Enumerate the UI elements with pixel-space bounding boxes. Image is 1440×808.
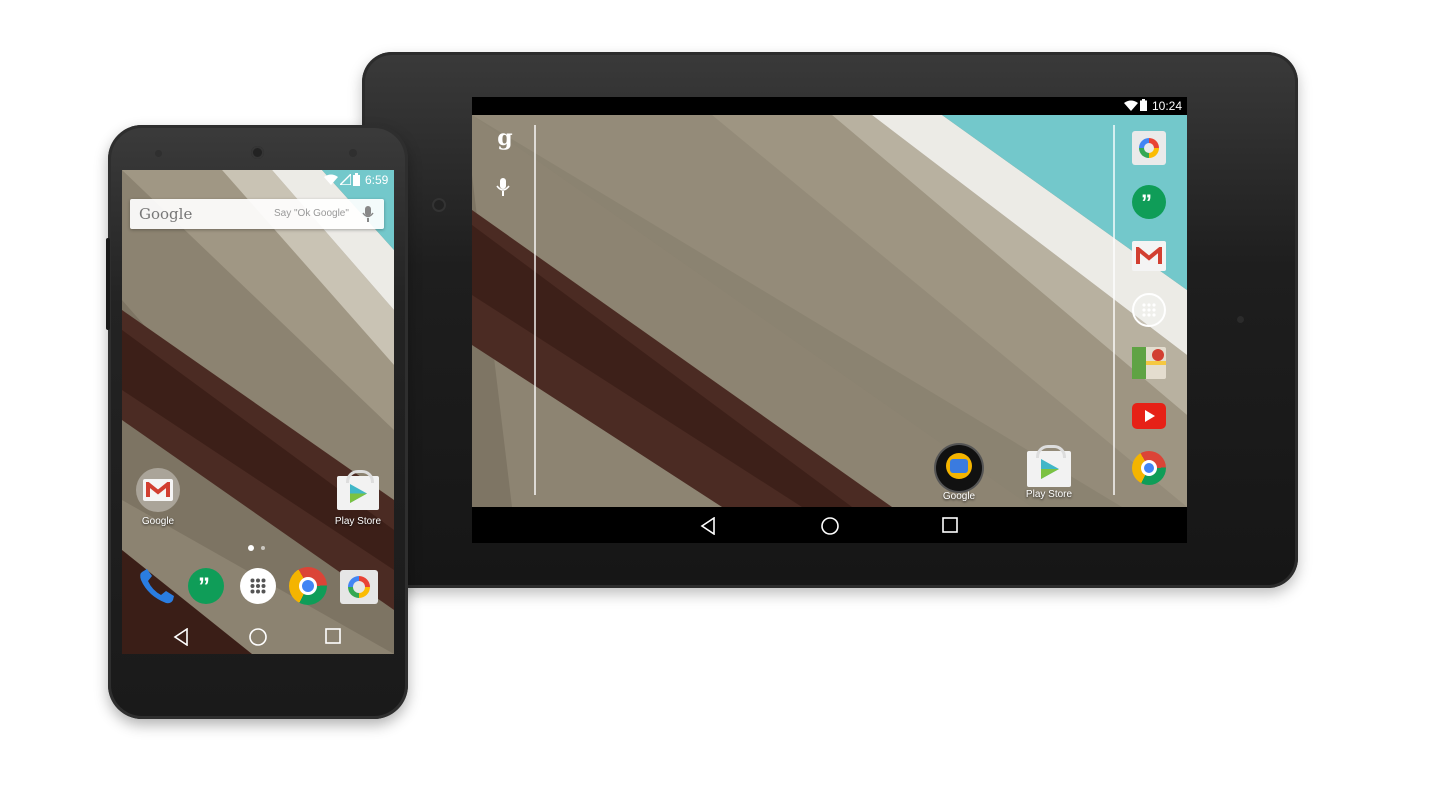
phone-app-google[interactable]: Google: [134, 468, 182, 530]
battery-icon: [1140, 99, 1147, 111]
recents-icon[interactable]: [325, 628, 341, 644]
play-store-icon: [337, 470, 379, 510]
hangouts-icon[interactable]: ”: [1132, 185, 1166, 219]
microphone-icon[interactable]: [362, 205, 374, 223]
app-drawer-icon[interactable]: [240, 568, 276, 604]
phone-app-label: Play Store: [334, 516, 382, 527]
tablet-app-play-store[interactable]: Play Store: [1024, 445, 1074, 505]
tablet-clock: 10:24: [1152, 99, 1183, 113]
tablet-right-divider: [1113, 125, 1115, 495]
phone-volume-button: [106, 238, 110, 330]
tablet-app-label: Play Store: [1025, 489, 1073, 500]
camera-icon[interactable]: [1132, 131, 1166, 165]
battery-icon: [353, 173, 360, 186]
youtube-icon[interactable]: [1132, 403, 1166, 429]
app-drawer-icon[interactable]: [1132, 293, 1166, 327]
google-search-bar[interactable]: Google Say "Ok Google": [130, 199, 384, 229]
phone-sensor: [155, 150, 162, 157]
google-g-icon[interactable]: g: [494, 125, 516, 151]
tablet-light-sensor: [1237, 316, 1244, 323]
chrome-icon[interactable]: [1132, 451, 1166, 485]
tablet-screen: 10:24 g Google Play Store ”: [472, 97, 1187, 543]
page-indicator: [261, 546, 265, 550]
chrome-icon[interactable]: [289, 567, 327, 605]
wifi-icon: [1124, 100, 1138, 111]
google-logo: Google: [139, 205, 193, 223]
wifi-icon: [324, 174, 338, 185]
camera-icon[interactable]: [340, 570, 378, 604]
tablet-app-label: Google: [942, 491, 976, 502]
phone-clock: 6:59: [365, 173, 389, 187]
google-folder-icon: [936, 445, 982, 491]
phone-front-camera: [251, 146, 264, 159]
play-store-icon: [1027, 445, 1071, 487]
maps-icon[interactable]: [1132, 347, 1166, 379]
back-icon[interactable]: [700, 517, 716, 535]
phone-app-play-store[interactable]: Play Store: [334, 468, 382, 530]
hangouts-icon[interactable]: ”: [188, 568, 224, 604]
phone-app-label: Google: [141, 516, 175, 527]
home-icon[interactable]: [248, 627, 268, 647]
home-icon[interactable]: [820, 516, 840, 536]
tablet-left-divider: [534, 125, 536, 495]
search-hint: Say "Ok Google": [274, 208, 349, 219]
page-indicator-active: [248, 545, 254, 551]
tablet-status-bar: 10:24: [472, 97, 1187, 115]
phone-icon[interactable]: [136, 568, 176, 606]
phone-sensor: [349, 149, 357, 157]
tablet-app-google[interactable]: Google: [934, 445, 984, 505]
tablet-nav-bar: [472, 507, 1187, 543]
back-icon[interactable]: [173, 628, 189, 646]
phone-nav-bar: [122, 618, 394, 654]
signal-icon: [340, 174, 351, 185]
phone-screen: 6:59 Google Say "Ok Google" Google Play …: [122, 170, 394, 654]
tablet-wallpaper: g Google Play Store ”: [472, 115, 1187, 507]
recents-icon[interactable]: [942, 517, 958, 533]
tablet-front-camera: [432, 198, 446, 212]
gmail-icon[interactable]: [1132, 241, 1166, 271]
microphone-icon[interactable]: [496, 177, 510, 197]
gmail-icon: [136, 468, 180, 512]
phone-status-bar: 6:59: [122, 170, 394, 190]
